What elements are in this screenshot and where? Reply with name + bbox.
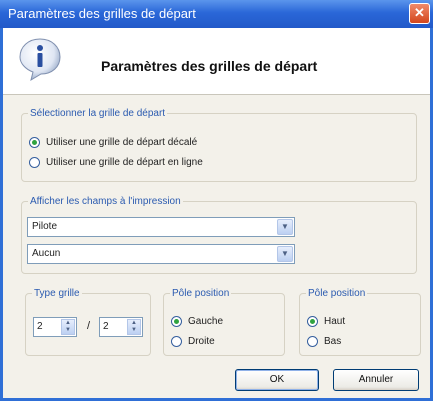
radio-button[interactable]	[29, 157, 40, 168]
radio-top[interactable]: Haut	[307, 316, 345, 327]
radio-right[interactable]: Droite	[171, 336, 215, 347]
print-fields-legend: Afficher les champs à l'impression	[30, 196, 181, 207]
window-title: Paramètres des grilles de départ	[8, 6, 196, 21]
cancel-button[interactable]: Annuler	[333, 369, 419, 391]
radio-button[interactable]	[307, 336, 318, 347]
radio-label: Gauche	[188, 316, 224, 327]
radio-label: Utiliser une grille de départ en ligne	[46, 157, 203, 168]
pole-position-legend-1: Pôle position	[172, 288, 230, 299]
radio-button[interactable]	[171, 336, 182, 347]
spinner-arrows-icon[interactable]: ▲ ▼	[61, 319, 75, 335]
radio-label: Bas	[324, 336, 342, 347]
grid-type-separator: /	[87, 320, 91, 332]
pole-position-legend-2: Pôle position	[308, 288, 366, 299]
grid-type-spinner-1[interactable]: 2 ▲ ▼	[33, 317, 77, 337]
spinner-value: 2	[103, 321, 109, 332]
radio-staggered-grid[interactable]: Utiliser une grille de départ décalé	[29, 137, 197, 148]
spinner-value: 2	[37, 321, 43, 332]
spinner-arrows-icon[interactable]: ▲ ▼	[127, 319, 141, 335]
title-bar: Paramètres des grilles de départ ✕	[0, 0, 433, 28]
grid-type-spinner-2[interactable]: 2 ▲ ▼	[99, 317, 143, 337]
combo-value: Pilote	[32, 221, 58, 232]
header-title: Paramètres des grilles de départ	[101, 58, 318, 74]
radio-button[interactable]	[307, 316, 318, 327]
dialog-header: Paramètres des grilles de départ	[3, 28, 430, 95]
close-button[interactable]: ✕	[409, 3, 430, 24]
dialog-window: Paramètres des grilles de départ ✕ Param…	[0, 0, 433, 401]
grid-select-legend: Sélectionner la grille de départ	[30, 108, 166, 119]
ok-button[interactable]: OK	[235, 369, 319, 391]
grid-type-legend: Type grille	[34, 288, 80, 299]
combo-value: Aucun	[32, 248, 61, 259]
radio-inline-grid[interactable]: Utiliser une grille de départ en ligne	[29, 157, 203, 168]
radio-label: Droite	[188, 336, 215, 347]
radio-button[interactable]	[171, 316, 182, 327]
print-field-combo-1[interactable]: Pilote ▼	[27, 217, 295, 237]
chevron-down-icon[interactable]: ▼	[277, 246, 293, 262]
radio-left[interactable]: Gauche	[171, 316, 223, 327]
radio-button[interactable]	[29, 137, 40, 148]
radio-bottom[interactable]: Bas	[307, 336, 341, 347]
radio-label: Utiliser une grille de départ décalé	[46, 137, 198, 148]
radio-label: Haut	[324, 316, 346, 327]
close-icon: ✕	[414, 5, 425, 20]
chevron-down-icon[interactable]: ▼	[277, 219, 293, 235]
info-icon	[19, 38, 61, 82]
print-field-combo-2[interactable]: Aucun ▼	[27, 244, 295, 264]
